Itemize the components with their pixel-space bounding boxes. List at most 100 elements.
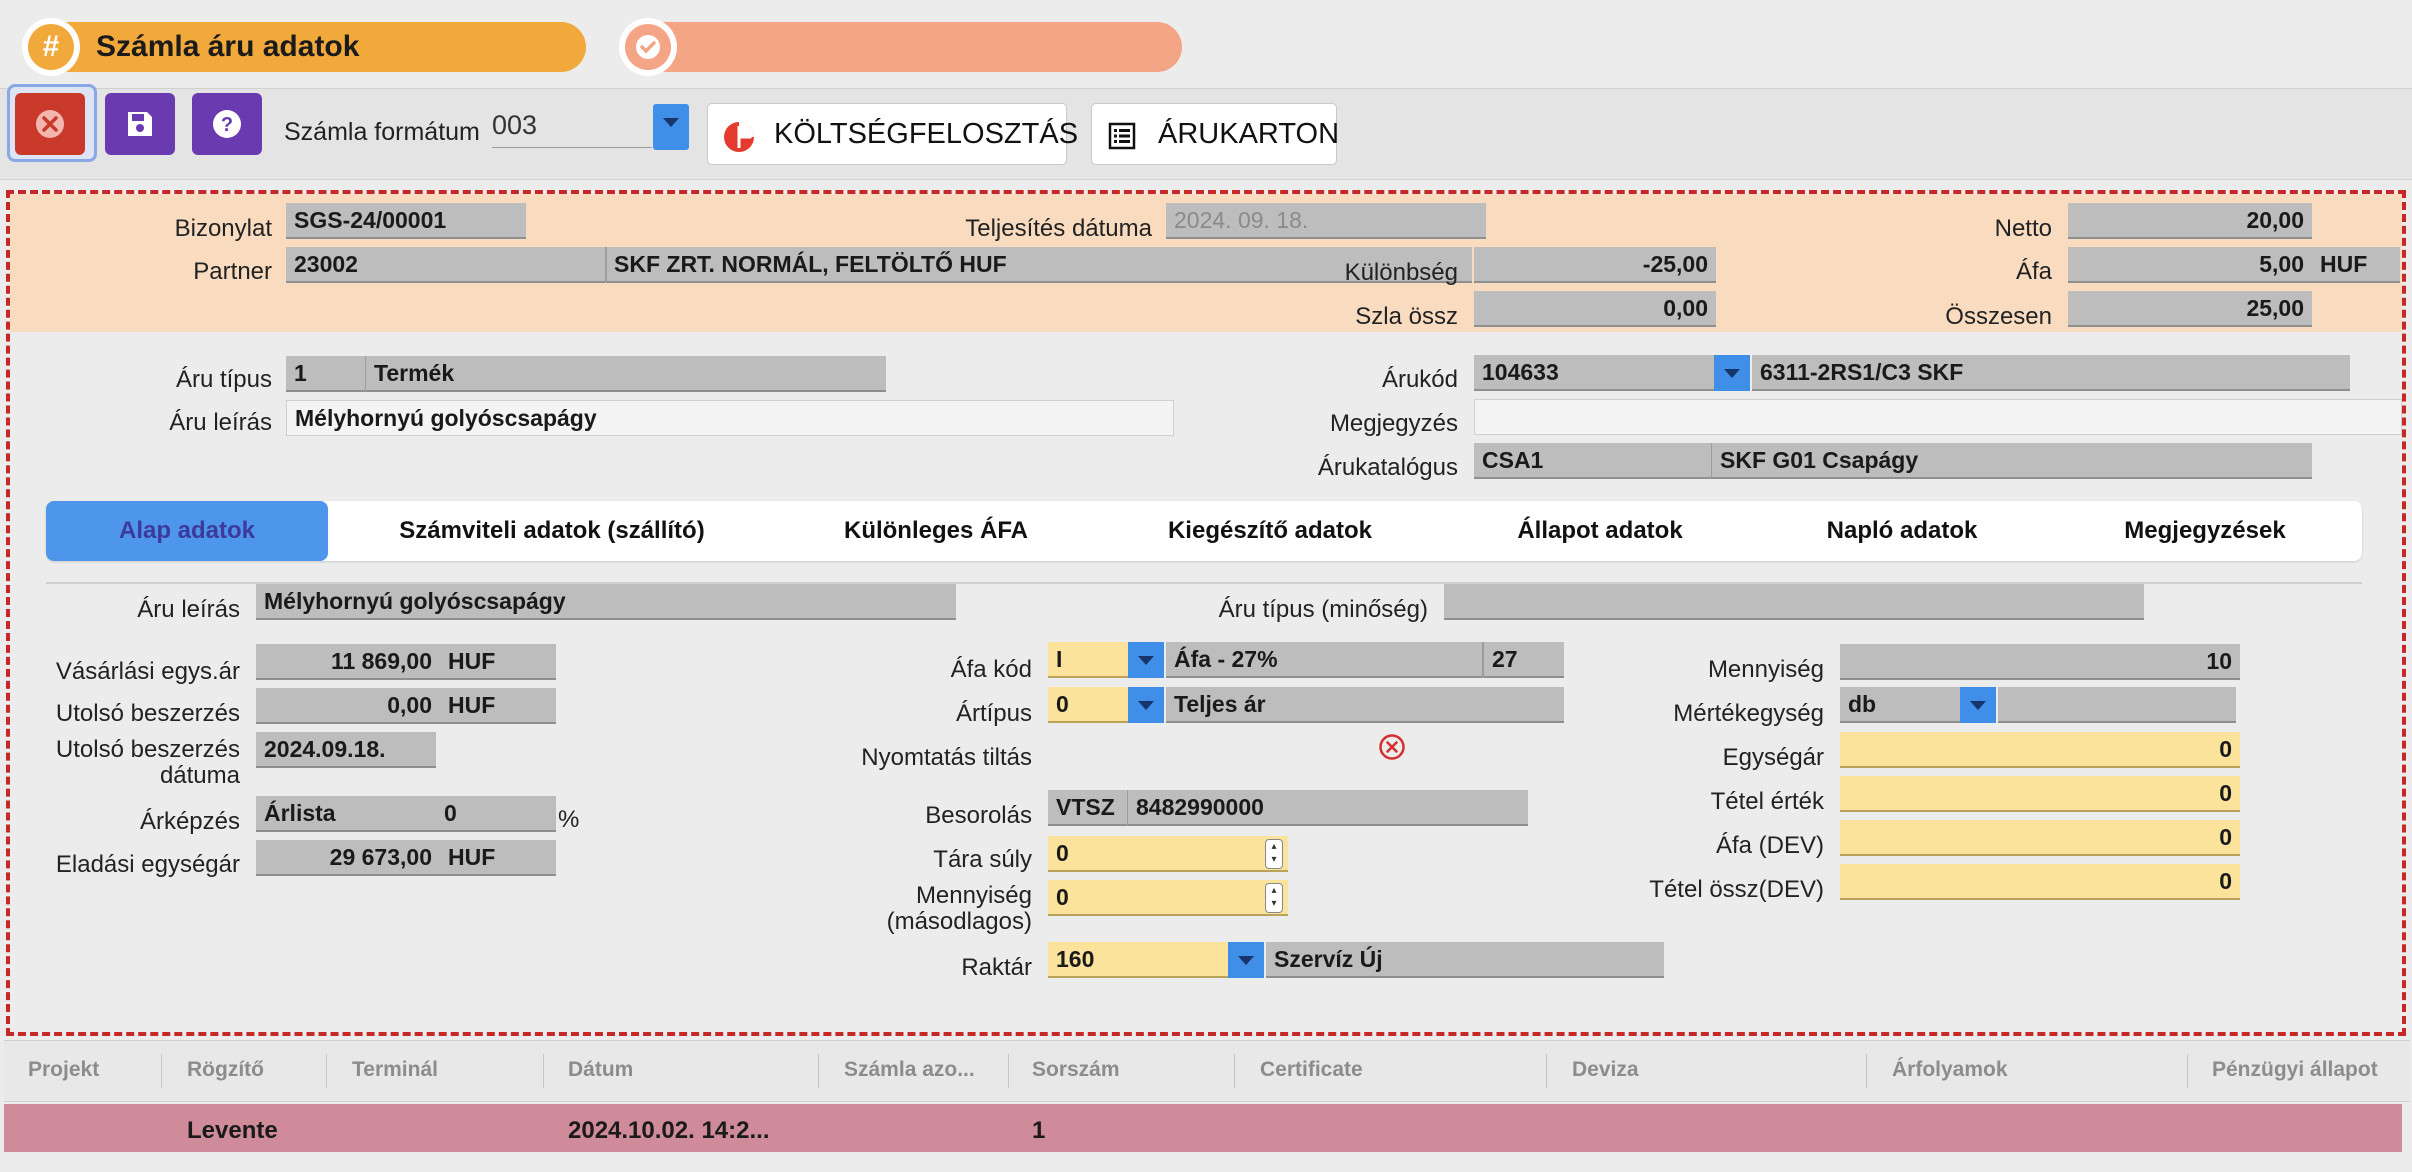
- column-header-certificate[interactable]: Certificate: [1260, 1058, 1363, 1082]
- column-header-arfolyamok[interactable]: Árfolyamok: [1892, 1058, 2008, 1082]
- eladasi-field[interactable]: 29 673,00: [256, 840, 440, 876]
- raktar-dropdown-button[interactable]: [1228, 942, 1264, 978]
- egysegar-field[interactable]: 0: [1840, 732, 2240, 768]
- aru-leiras-field[interactable]: Mélyhornyú golyóscsapágy: [286, 400, 1174, 436]
- arukod-name-field[interactable]: 6311-2RS1/C3 SKF: [1752, 355, 2350, 391]
- arukod-field[interactable]: 104633: [1474, 355, 1714, 391]
- column-divider[interactable]: [543, 1054, 544, 1088]
- pie-chart-icon: [724, 122, 754, 152]
- tab-megjegyzesek[interactable]: Megjegyzések: [2090, 501, 2320, 561]
- bizonylat-field[interactable]: SGS-24/00001: [286, 203, 526, 239]
- column-header-projekt[interactable]: Projekt: [28, 1058, 99, 1082]
- tab-alap-adatok[interactable]: Alap adatok: [46, 501, 328, 561]
- tab-kulonleges-afa[interactable]: Különleges ÁFA: [806, 501, 1066, 561]
- mennyiseg2-label-1: Mennyiség: [915, 882, 1032, 909]
- cost-allocation-button[interactable]: KÖLTSÉGFELOSZTÁS: [707, 103, 1078, 165]
- artipus-name-field[interactable]: Teljes ár: [1166, 687, 1564, 723]
- afa-kod-dropdown-button[interactable]: [1128, 642, 1164, 678]
- title-badge: #: [22, 18, 80, 76]
- product-card-button[interactable]: ÁRUKARTON: [1091, 103, 1340, 165]
- format-select[interactable]: 003: [492, 110, 652, 148]
- netto-field[interactable]: 20,00: [2068, 203, 2312, 239]
- vasarlasi-field[interactable]: 11 869,00: [256, 644, 440, 680]
- column-divider[interactable]: [326, 1054, 327, 1088]
- column-header-terminal[interactable]: Terminál: [352, 1058, 438, 1082]
- divider: [605, 247, 607, 283]
- artipus-dropdown-button[interactable]: [1128, 687, 1164, 723]
- mertekegyseg-extra-field[interactable]: [1998, 687, 2236, 723]
- szla-ossz-label: Szla össz: [1355, 303, 1458, 330]
- column-header-penzugyi-allapot[interactable]: Pénzügyi állapot: [2212, 1058, 2378, 1082]
- column-header-rogzito[interactable]: Rögzítő: [187, 1058, 264, 1082]
- tab-kiegeszito-adatok[interactable]: Kiegészítő adatok: [1140, 501, 1400, 561]
- percent-sign: %: [558, 806, 580, 833]
- utolso-datum-label-2: dátuma: [159, 762, 240, 789]
- column-divider[interactable]: [1008, 1054, 1009, 1088]
- table-row[interactable]: [4, 1104, 2402, 1152]
- column-divider[interactable]: [818, 1054, 819, 1088]
- column-header-sorszam[interactable]: Sorszám: [1032, 1058, 1120, 1082]
- tab-szamviteli-adatok[interactable]: Számviteli adatok (szállító): [380, 501, 724, 561]
- artipus-field[interactable]: 0: [1048, 687, 1128, 723]
- kulonbseg-field[interactable]: -25,00: [1474, 247, 1716, 283]
- format-dropdown-button[interactable]: [653, 104, 689, 150]
- utolso-datum-field[interactable]: 2024.09.18.: [256, 732, 436, 768]
- tara-suly-field[interactable]: 0: [1048, 836, 1288, 872]
- product-card-label: ÁRUKARTON: [1158, 117, 1340, 150]
- close-circle-icon[interactable]: [1378, 733, 1406, 761]
- besorolas-type-field[interactable]: VTSZ: [1048, 790, 1128, 826]
- besorolas-value-field[interactable]: 8482990000: [1128, 790, 1528, 826]
- afa-field[interactable]: 5,00: [2068, 247, 2312, 283]
- column-divider[interactable]: [2187, 1054, 2188, 1088]
- mennyiseg2-field[interactable]: 0: [1048, 880, 1288, 916]
- aru-tipus-name-field[interactable]: Termék: [366, 356, 886, 392]
- help-button[interactable]: ?: [192, 93, 262, 155]
- column-header-szamla-azo[interactable]: Számla azo...: [844, 1058, 975, 1082]
- detail-aru-leiras-field[interactable]: Mélyhornyú golyóscsapágy: [256, 584, 956, 620]
- arukatalogus-name-field[interactable]: SKF G01 Csapágy: [1712, 443, 2312, 479]
- tab-naplo-adatok[interactable]: Napló adatok: [1800, 501, 2004, 561]
- mertekegyseg-field[interactable]: db: [1840, 687, 1960, 723]
- arukod-dropdown-button[interactable]: [1714, 355, 1750, 391]
- besorolas-label: Besorolás: [925, 802, 1032, 829]
- close-button[interactable]: [15, 93, 85, 155]
- column-header-deviza[interactable]: Deviza: [1572, 1058, 1639, 1082]
- column-divider[interactable]: [1546, 1054, 1547, 1088]
- arkepzes-field[interactable]: Árlista: [256, 796, 436, 832]
- raktar-name-field[interactable]: Szervíz Új: [1266, 942, 1664, 978]
- utolso-datum-label-1: Utolsó beszerzés: [55, 736, 240, 763]
- save-button[interactable]: [105, 93, 175, 155]
- arukatalogus-code-field[interactable]: CSA1: [1474, 443, 1712, 479]
- column-divider[interactable]: [1866, 1054, 1867, 1088]
- tab-allapot-adatok[interactable]: Állapot adatok: [1480, 501, 1720, 561]
- partner-name-field[interactable]: SKF ZRT. NORMÁL, FELTÖLTŐ HUF: [606, 247, 1472, 283]
- megjegyzes-field[interactable]: [1474, 399, 2402, 435]
- tara-suly-stepper[interactable]: ▴ ▾: [1265, 839, 1283, 869]
- tetel-ertek-field[interactable]: 0: [1840, 776, 2240, 812]
- aru-tipus-minoseg-field[interactable]: [1444, 584, 2144, 620]
- mennyiseg2-stepper[interactable]: ▴ ▾: [1265, 883, 1283, 913]
- afa-kod-name-field[interactable]: Áfa - 27%: [1166, 642, 1482, 678]
- arkepzes-label: Árképzés: [139, 808, 240, 835]
- utolso-beszerzes-label: Utolsó beszerzés: [55, 700, 240, 727]
- mertekegyseg-dropdown-button[interactable]: [1960, 687, 1996, 723]
- column-divider[interactable]: [161, 1054, 162, 1088]
- szla-ossz-field[interactable]: 0,00: [1474, 291, 1716, 327]
- column-divider[interactable]: [1234, 1054, 1235, 1088]
- aru-tipus-code-field[interactable]: 1: [286, 356, 366, 392]
- afa-kod-field[interactable]: I: [1048, 642, 1128, 678]
- arkepzes-pct-field[interactable]: 0: [436, 796, 556, 832]
- afa-kod-rate-field[interactable]: 27: [1484, 642, 1564, 678]
- netto-label: Netto: [1994, 215, 2052, 242]
- teljesites-field[interactable]: 2024. 09. 18.: [1166, 203, 1486, 239]
- raktar-label: Raktár: [961, 954, 1032, 981]
- raktar-field[interactable]: 160: [1048, 942, 1228, 978]
- mennyiseg-field[interactable]: 10: [1840, 644, 2240, 680]
- partner-code-field[interactable]: 23002: [286, 247, 606, 283]
- osszesen-field[interactable]: 25,00: [2068, 291, 2312, 327]
- column-header-datum[interactable]: Dátum: [568, 1058, 633, 1082]
- afa-dev-field[interactable]: 0: [1840, 820, 2240, 856]
- utolso-beszerzes-field[interactable]: 0,00: [256, 688, 440, 724]
- secondary-tab-bar[interactable]: [625, 22, 1182, 72]
- tetel-ossz-dev-field[interactable]: 0: [1840, 864, 2240, 900]
